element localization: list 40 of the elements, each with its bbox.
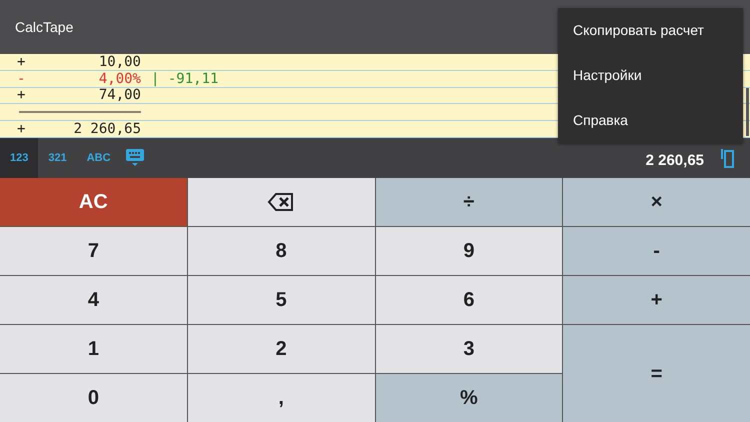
key-button[interactable]: 5 [188,276,374,324]
tape-value: 2 260,65 [74,122,141,136]
key-button[interactable]: = [563,325,750,422]
key-button[interactable]: 4 [0,276,187,324]
keyboard-tab[interactable]: ABC [76,138,121,178]
key-button[interactable]: + [563,276,750,324]
backspace-button[interactable] [188,178,374,226]
tape-value: 10,00 [98,54,141,69]
key-button[interactable]: 8 [188,227,374,275]
key-button[interactable]: ÷ [376,178,562,226]
key-button[interactable]: , [188,374,374,422]
keyboard-tab[interactable]: 123 [0,138,38,178]
key-button[interactable]: × [563,178,750,226]
key-button[interactable]: 0 [0,374,187,422]
percent-result: | -91,11 [151,72,218,86]
total-display: 2 260,65 [646,150,704,171]
keyboard-tab[interactable]: 321 [38,138,77,178]
key-button[interactable]: 6 [376,276,562,324]
menu-item[interactable]: Скопировать расчет [558,8,743,53]
key-button[interactable]: % [376,374,562,422]
backspace-icon [267,192,296,212]
operator: + [17,54,26,69]
menu-item[interactable]: Настройки [558,53,743,98]
key-button[interactable]: 3 [376,325,562,373]
menu-item[interactable]: Справка [558,98,743,143]
operator: + [17,88,26,102]
keyboard-icon[interactable] [124,148,145,168]
key-button[interactable]: 1 [0,325,187,373]
key-button[interactable]: 9 [376,227,562,275]
copy-icon[interactable] [720,148,734,168]
app-title: CalcTape [15,18,74,37]
key-button[interactable]: 2 [188,325,374,373]
operator: - [17,72,26,86]
tape-value: 4,00% [98,72,141,86]
scrollbar [746,88,749,136]
operator: + [17,122,26,136]
tape-value: 74,00 [98,88,141,102]
key-button[interactable]: 7 [0,227,187,275]
key-button[interactable]: AC [0,178,187,226]
key-button[interactable]: - [563,227,750,275]
